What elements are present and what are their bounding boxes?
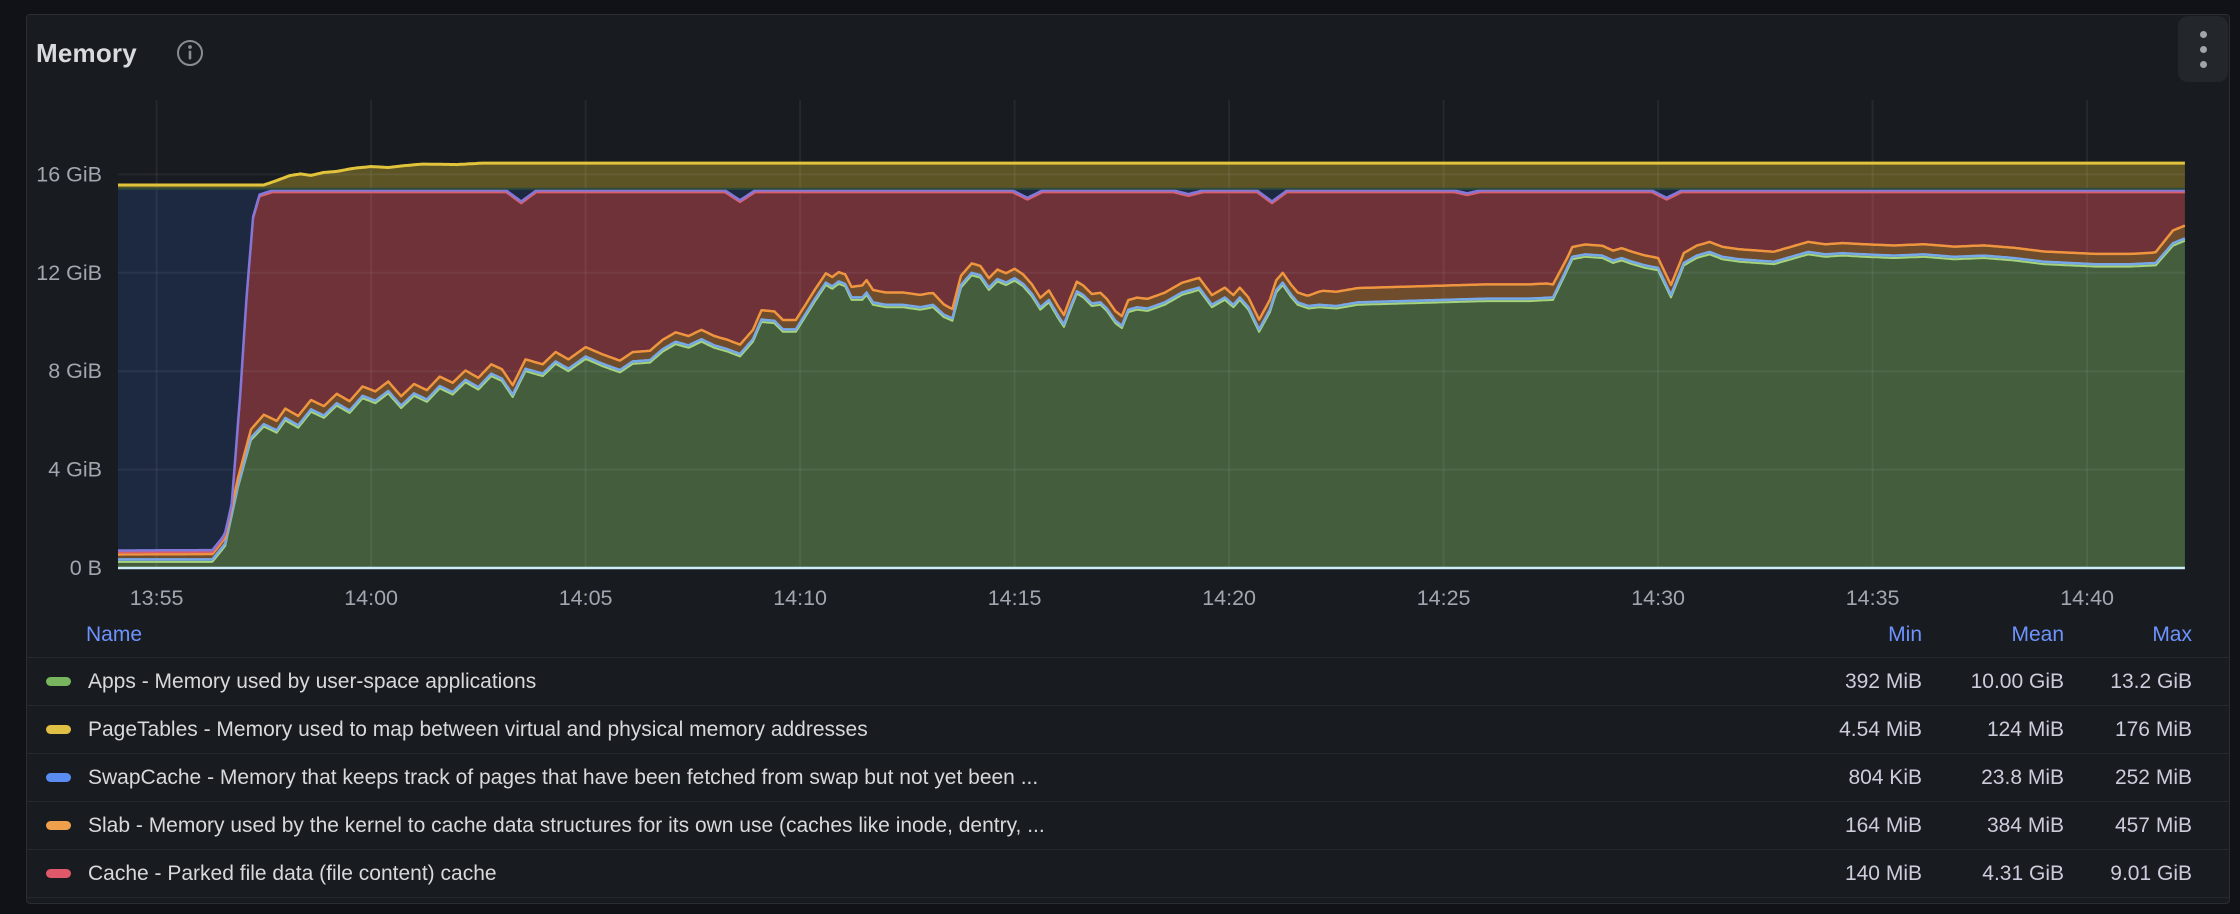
series-min-value: 164 MiB — [1752, 814, 1922, 838]
legend-header-min[interactable]: Min — [1752, 623, 1922, 647]
menu-dot — [2200, 61, 2207, 68]
series-max-value: 13.2 GiB — [2064, 670, 2192, 694]
menu-dot — [2200, 46, 2207, 53]
legend-row[interactable]: Slab - Memory used by the kernel to cach… — [26, 802, 2230, 850]
x-axis-tick-label: 14:25 — [1417, 586, 1471, 610]
series-min-value: 392 MiB — [1752, 670, 1922, 694]
legend-row[interactable]: Cache - Parked file data (file content) … — [26, 850, 2230, 898]
series-mean-value: 23.8 MiB — [1922, 766, 2064, 790]
series-color-swatch — [46, 773, 71, 782]
menu-dot — [2200, 31, 2207, 38]
series-color-swatch — [46, 821, 71, 830]
y-axis-tick-label: 0 B — [70, 556, 102, 580]
pagetables-area — [118, 163, 2185, 189]
series-max-value: 457 MiB — [2064, 814, 2192, 838]
panel-menu-button[interactable] — [2178, 16, 2228, 82]
dashboard-canvas: Memory 0 B 4 GiB 8 GiB 12 GiB 16 GiB 13:55 14:… — [0, 0, 2240, 914]
y-axis-tick-label: 4 GiB — [48, 458, 102, 482]
series-min-value: 804 KiB — [1752, 766, 1922, 790]
legend-header-name[interactable]: Name — [46, 623, 1752, 647]
info-icon[interactable] — [175, 38, 205, 73]
series-color-swatch — [46, 869, 71, 878]
y-axis-tick-label: 16 GiB — [36, 162, 102, 186]
legend-row[interactable]: PageTables - Memory used to map between … — [26, 706, 2230, 754]
x-axis-tick-label: 14:35 — [1846, 586, 1900, 610]
legend-row[interactable]: SwapCache - Memory that keeps track of p… — [26, 754, 2230, 802]
panel-title[interactable]: Memory — [36, 38, 137, 69]
x-axis-tick-label: 14:10 — [773, 586, 827, 610]
legend-header-mean[interactable]: Mean — [1922, 623, 2064, 647]
legend-header-row: Name Min Mean Max — [26, 612, 2230, 658]
series-min-value: 140 MiB — [1752, 862, 1922, 886]
series-label[interactable]: Cache - Parked file data (file content) … — [88, 862, 1752, 886]
series-min-value: 4.54 MiB — [1752, 718, 1922, 742]
x-axis-tick-label: 14:05 — [559, 586, 613, 610]
series-label[interactable]: Slab - Memory used by the kernel to cach… — [88, 814, 1752, 838]
y-axis-tick-label: 12 GiB — [36, 261, 102, 285]
legend-table: Name Min Mean Max Apps - Memory used by … — [26, 612, 2230, 898]
series-max-value: 176 MiB — [2064, 718, 2192, 742]
series-label[interactable]: SwapCache - Memory that keeps track of p… — [88, 766, 1752, 790]
series-label[interactable]: PageTables - Memory used to map between … — [88, 718, 1752, 742]
series-max-value: 9.01 GiB — [2064, 862, 2192, 886]
series-mean-value: 4.31 GiB — [1922, 862, 2064, 886]
x-axis-tick-label: 14:30 — [1631, 586, 1685, 610]
series-max-value: 252 MiB — [2064, 766, 2192, 790]
legend-row[interactable]: Apps - Memory used by user-space applica… — [26, 658, 2230, 706]
x-axis-tick-label: 14:20 — [1202, 586, 1256, 610]
x-axis-tick-label: 13:55 — [130, 586, 184, 610]
y-axis-tick-label: 8 GiB — [48, 359, 102, 383]
series-color-swatch — [46, 677, 71, 686]
series-mean-value: 384 MiB — [1922, 814, 2064, 838]
x-axis-tick-label: 14:00 — [344, 586, 398, 610]
x-axis-tick-label: 14:40 — [2060, 586, 2114, 610]
legend-header-max[interactable]: Max — [2064, 623, 2192, 647]
series-mean-value: 124 MiB — [1922, 718, 2064, 742]
series-mean-value: 10.00 GiB — [1922, 670, 2064, 694]
series-label[interactable]: Apps - Memory used by user-space applica… — [88, 670, 1752, 694]
x-axis-tick-label: 14:15 — [988, 586, 1042, 610]
series-color-swatch — [46, 725, 71, 734]
